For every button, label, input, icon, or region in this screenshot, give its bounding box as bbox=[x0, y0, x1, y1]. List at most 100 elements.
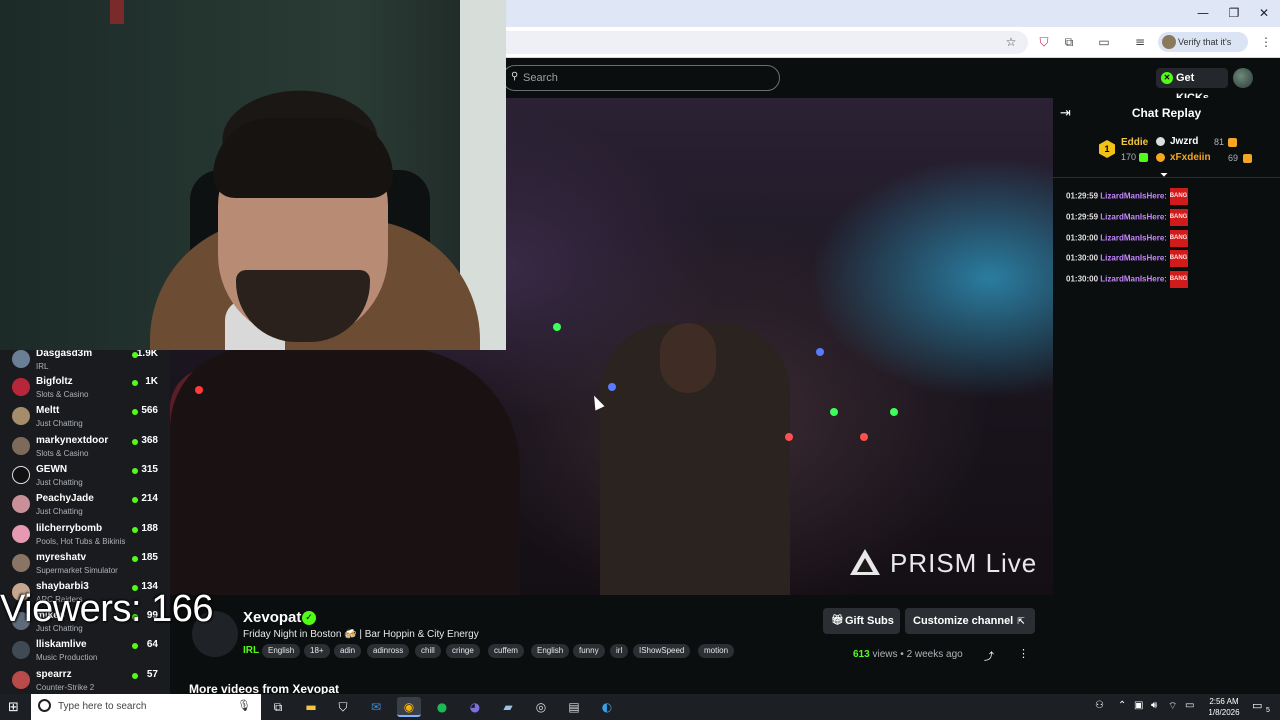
tag[interactable]: funny bbox=[573, 644, 605, 658]
leaderboard-count: 170 bbox=[1121, 152, 1137, 162]
tag[interactable]: motion bbox=[698, 644, 735, 658]
tag[interactable]: adinross bbox=[367, 644, 410, 658]
chat-message: 01:30:00 LizardManIsHere: BANG bbox=[1066, 250, 1276, 268]
avatar bbox=[12, 350, 30, 368]
task-view-icon[interactable]: ⧉ bbox=[266, 697, 290, 717]
discord-icon[interactable]: ◕ bbox=[463, 697, 487, 717]
tag[interactable]: adin bbox=[334, 644, 362, 658]
stream-info: Xevopat ✓ Friday Night in Boston 🍻 | Bar… bbox=[170, 595, 1053, 696]
obs-icon[interactable]: ◎ bbox=[529, 697, 553, 717]
cast-icon[interactable]: ▭ bbox=[1094, 33, 1114, 51]
tag[interactable]: 18+ bbox=[304, 644, 330, 658]
party-light bbox=[608, 383, 616, 391]
spotify-icon[interactable]: ● bbox=[430, 697, 454, 717]
message-username[interactable]: LizardManIsHere bbox=[1100, 275, 1164, 284]
leaderboard-count: 81 bbox=[1214, 137, 1225, 147]
more-options-icon[interactable]: ⋮ bbox=[1018, 647, 1029, 660]
verify-identity-button[interactable]: Verify that it's you bbox=[1158, 32, 1248, 67]
viewer-count: 1K bbox=[145, 376, 158, 387]
search-icon bbox=[38, 699, 51, 712]
sidebar-channel-item[interactable]: Dasgasd3m IRL 1.9K bbox=[0, 350, 170, 375]
share-icon[interactable]: ⤴ bbox=[984, 648, 994, 663]
browser-titlebar: — ❐ ✕ bbox=[506, 0, 1280, 27]
channel-name: myreshatv bbox=[36, 552, 87, 563]
channel-name: lilcherrybomb bbox=[36, 523, 103, 534]
channel-category: Pools, Hot Tubs & Bikinis bbox=[36, 537, 126, 546]
message-username[interactable]: LizardManIsHere bbox=[1100, 234, 1164, 243]
address-bar[interactable] bbox=[506, 31, 1028, 54]
sidebar-channel-item[interactable]: lilcherrybomb Pools, Hot Tubs & Bikinis 18… bbox=[0, 521, 170, 550]
channel-category: Counter-Strike 2 bbox=[36, 683, 95, 692]
windows-start-icon[interactable]: ⊞ bbox=[8, 700, 19, 715]
customize-channel-button[interactable]: Customize channel ⇱ bbox=[905, 608, 1035, 634]
collapse-chat-icon[interactable]: ⇥ bbox=[1060, 106, 1071, 121]
streamer-hair bbox=[213, 118, 393, 198]
sidebar-channel-item[interactable]: myreshatv Supermarket Simulator 185 bbox=[0, 550, 170, 579]
shield-extension-icon[interactable]: ⛉ bbox=[1034, 33, 1054, 51]
viewer-count: 1.9K bbox=[136, 350, 158, 359]
volume-icon[interactable]: 🔊︎ bbox=[1151, 700, 1157, 711]
message-username[interactable]: LizardManIsHere bbox=[1100, 213, 1164, 222]
message-timestamp: 01:30:00 bbox=[1066, 233, 1099, 243]
restore-icon[interactable]: ❐ bbox=[1219, 4, 1249, 22]
sidebar-channel-item[interactable]: Bigfoltz Slots & Casino 1K bbox=[0, 374, 170, 403]
message-username[interactable]: LizardManIsHere bbox=[1100, 254, 1164, 263]
tag[interactable]: cringe bbox=[446, 644, 480, 658]
avatar bbox=[12, 437, 30, 455]
store-icon[interactable]: ⛉ bbox=[331, 697, 355, 717]
sidebar-channel-item[interactable]: GEWN Just Chatting 315 bbox=[0, 462, 170, 491]
get-kicks-button[interactable]: ✕ Get KICKs bbox=[1156, 68, 1228, 104]
microphone-icon[interactable]: 🎙︎ bbox=[237, 699, 251, 712]
network-icon[interactable]: ⌔ bbox=[1168, 700, 1177, 713]
star-icon[interactable]: ☆ bbox=[1001, 33, 1021, 51]
keyboard-icon[interactable]: ▭ bbox=[1185, 700, 1194, 711]
puzzle-extensions-icon[interactable]: ⧉ bbox=[1059, 33, 1079, 51]
shield-tray-icon[interactable]: ▣ bbox=[1134, 700, 1143, 711]
chat-filter-icon[interactable]: ⏷ bbox=[1160, 170, 1168, 181]
sidebar-channel-item[interactable]: lliskamlive Music Production 64 bbox=[0, 637, 170, 666]
tag[interactable]: English bbox=[531, 644, 570, 658]
close-icon[interactable]: ✕ bbox=[1249, 4, 1279, 22]
search-placeholder: Search bbox=[523, 72, 558, 84]
user-avatar[interactable] bbox=[1233, 68, 1253, 88]
message-timestamp: 01:30:00 bbox=[1066, 253, 1099, 263]
gift-subs-button[interactable]: 🎁︎ Gift Subs bbox=[823, 608, 900, 634]
file-explorer-icon[interactable]: ▬ bbox=[299, 697, 323, 717]
clock-date: 1/8/2026 bbox=[1208, 708, 1240, 717]
sidebar-channel-item[interactable]: PeachyJade Just Chatting 214 bbox=[0, 491, 170, 520]
tag[interactable]: cuffem bbox=[488, 644, 524, 658]
tag[interactable]: IShowSpeed bbox=[633, 644, 691, 658]
mail-icon[interactable]: ✉ bbox=[364, 697, 388, 717]
channel-category: Slots & Casino bbox=[36, 390, 89, 399]
channel-name: Meltt bbox=[36, 405, 60, 416]
leaderboard-name: Jwzrd bbox=[1170, 136, 1199, 147]
chrome-menu-icon[interactable]: ⋮ bbox=[1256, 33, 1276, 51]
avatar bbox=[12, 407, 30, 425]
tag[interactable]: irl bbox=[610, 644, 629, 658]
channel-category: Just Chatting bbox=[36, 507, 83, 516]
message-username[interactable]: LizardManIsHere bbox=[1100, 192, 1164, 201]
live-dot-icon bbox=[132, 409, 138, 415]
sidebar-channel-item[interactable]: markynextdoor Slots & Casino 368 bbox=[0, 433, 170, 462]
taskbar-search-input[interactable]: Type here to search 🎙︎ bbox=[31, 694, 261, 720]
crowd-figure bbox=[170, 348, 520, 595]
chat-title: Chat Replay bbox=[1131, 106, 1202, 120]
app-window-icon[interactable]: ▤ bbox=[562, 697, 586, 717]
category-link[interactable]: IRL bbox=[243, 645, 259, 656]
chevron-up-icon[interactable]: ⌃ bbox=[1118, 700, 1126, 711]
system-clock[interactable]: 2:56 AM 1/8/2026 bbox=[1200, 696, 1248, 718]
notification-icon[interactable]: ▭ bbox=[1252, 699, 1262, 712]
avatar bbox=[12, 525, 30, 543]
people-icon[interactable]: ⚇ bbox=[1095, 700, 1104, 711]
tag[interactable]: chill bbox=[415, 644, 441, 658]
edge-icon[interactable]: ◐ bbox=[595, 697, 619, 717]
search-input[interactable]: ⚲ Search bbox=[502, 65, 780, 91]
chrome-icon[interactable]: ◉ bbox=[397, 697, 421, 717]
sidebar-channel-item[interactable]: Meltt Just Chatting 566 bbox=[0, 403, 170, 432]
app-icon[interactable]: ▰ bbox=[496, 697, 520, 717]
media-controls-icon[interactable]: ≡ bbox=[1130, 33, 1150, 51]
minimize-icon[interactable]: — bbox=[1188, 4, 1218, 22]
view-stats: 613 views • 2 weeks ago bbox=[853, 649, 963, 660]
sidebar-channel-item[interactable]: spearrz Counter-Strike 2 57 bbox=[0, 667, 170, 694]
tag[interactable]: English bbox=[262, 644, 301, 658]
